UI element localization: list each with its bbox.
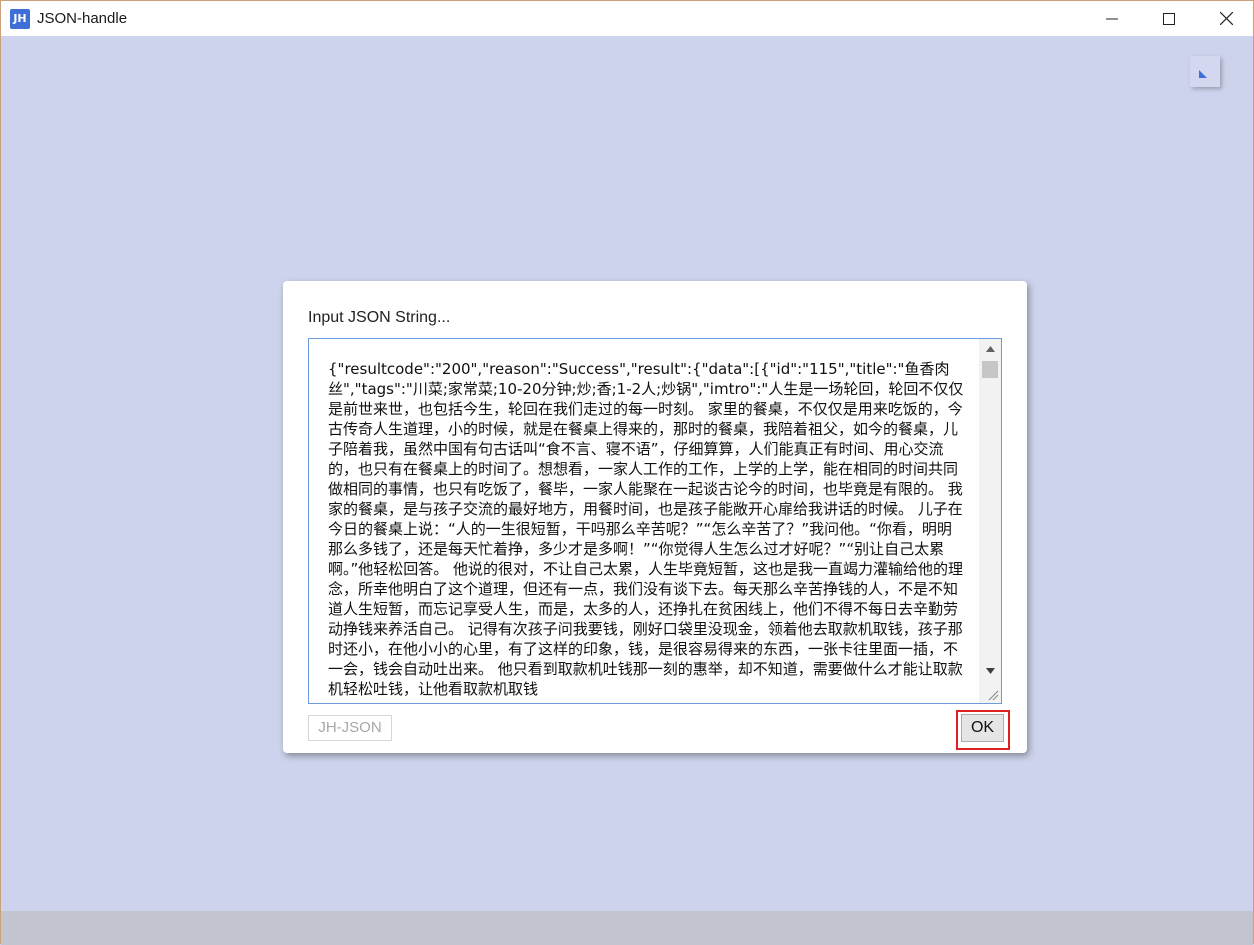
scroll-up-arrow-icon[interactable] [979, 341, 1001, 357]
window-title: JSON-handle [37, 10, 128, 27]
close-button[interactable] [1198, 1, 1254, 36]
json-input-text[interactable]: {"resultcode":"200","reason":"Success","… [328, 359, 964, 699]
corner-toggle-button[interactable] [1190, 56, 1220, 87]
scroll-down-arrow-icon[interactable] [979, 663, 1001, 679]
input-dialog: Input JSON String... {"resultcode":"200"… [283, 281, 1027, 753]
maximize-button[interactable] [1141, 1, 1197, 36]
minimize-icon [1106, 18, 1118, 19]
minimize-button[interactable] [1084, 1, 1140, 36]
app-icon: JH [10, 9, 30, 29]
ok-button[interactable]: OK [961, 714, 1004, 742]
vertical-scrollbar[interactable] [979, 339, 1001, 703]
close-icon [1219, 12, 1233, 25]
app-window: JH JSON-handle Input JSON String... {"re… [0, 0, 1254, 945]
bottom-status-strip [1, 911, 1253, 945]
triangle-corner-icon [1199, 70, 1207, 78]
jh-json-button[interactable]: JH-JSON [308, 715, 392, 741]
json-input-textarea[interactable]: {"resultcode":"200","reason":"Success","… [308, 338, 1002, 704]
dialog-label: Input JSON String... [308, 309, 451, 326]
resize-grip-icon[interactable] [988, 690, 999, 701]
title-bar[interactable]: JH JSON-handle [1, 1, 1253, 36]
scroll-thumb[interactable] [982, 361, 998, 378]
maximize-icon [1163, 12, 1175, 25]
